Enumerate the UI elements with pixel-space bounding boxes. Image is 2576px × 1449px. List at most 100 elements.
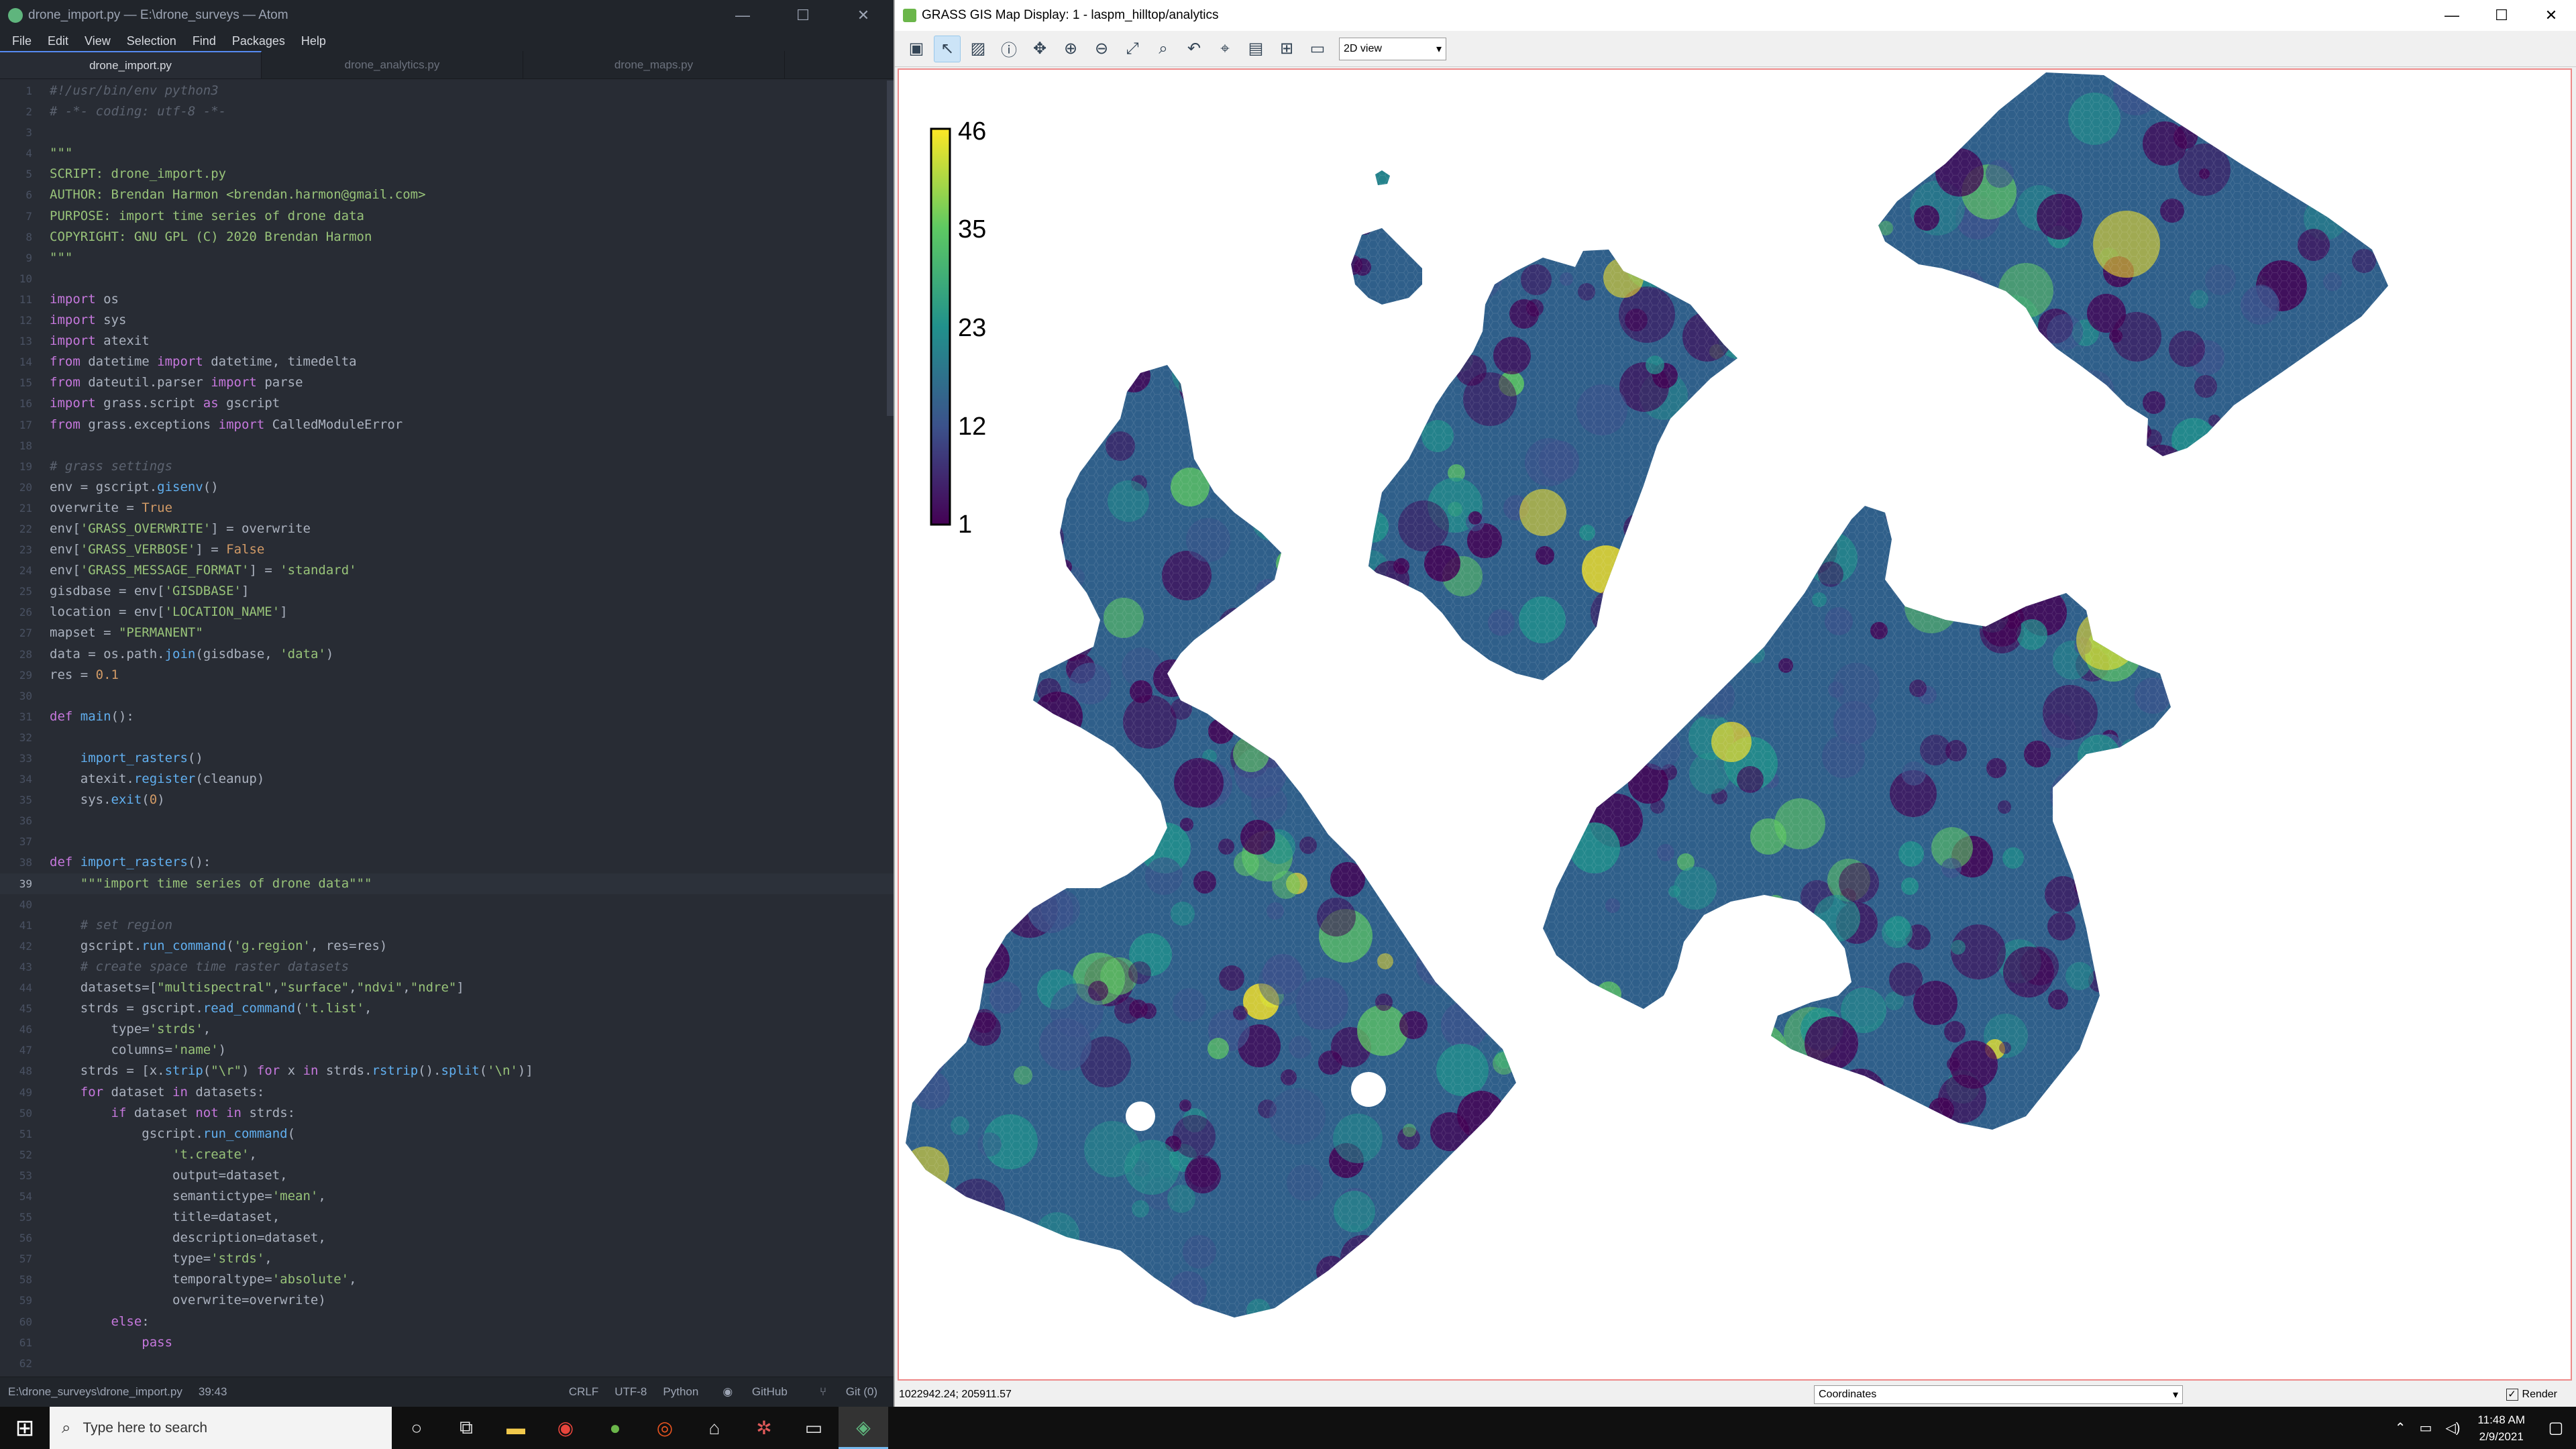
code-line[interactable]: 34 atexit.register(cleanup)	[0, 769, 894, 790]
code-line[interactable]: 46 type='strds',	[0, 1019, 894, 1040]
grass-taskbar-icon[interactable]: ●	[590, 1407, 640, 1449]
code-line[interactable]: 62	[0, 1353, 894, 1374]
code-line[interactable]: 49 for dataset in datasets:	[0, 1082, 894, 1103]
code-line[interactable]: 41 # set region	[0, 915, 894, 936]
render-checkbox[interactable]: ✓	[2506, 1388, 2518, 1401]
tray-chevron-up-icon[interactable]: ⌃	[2388, 1419, 2413, 1436]
status-line-ending[interactable]: CRLF	[561, 1385, 606, 1399]
start-button[interactable]: ⊞	[0, 1407, 50, 1449]
code-line[interactable]: 44 datasets=["multispectral","surface","…	[0, 977, 894, 998]
editor-scrollbar[interactable]	[887, 80, 894, 416]
code-line[interactable]: 31 def main():	[0, 706, 894, 727]
code-line[interactable]: 13 import atexit	[0, 331, 894, 352]
code-line[interactable]: 15 from dateutil.parser import parse	[0, 372, 894, 393]
notification-icon[interactable]: ▢	[2536, 1418, 2576, 1438]
menu-view[interactable]: View	[76, 34, 119, 48]
zoom-back-icon[interactable]: ↶	[1181, 36, 1208, 62]
code-line[interactable]: 57 type='strds',	[0, 1248, 894, 1269]
zoom-region-icon[interactable]: ⌕	[1150, 36, 1177, 62]
close-icon[interactable]: ✕	[833, 7, 894, 24]
terminal-icon[interactable]: ▭	[789, 1407, 839, 1449]
code-line[interactable]: 22 env['GRASS_OVERWRITE'] = overwrite	[0, 519, 894, 539]
code-line[interactable]: 26 location = env['LOCATION_NAME']	[0, 602, 894, 623]
code-line[interactable]: 25 gisdbase = env['GISDBASE']	[0, 581, 894, 602]
status-grammar[interactable]: Python	[655, 1385, 706, 1399]
code-line[interactable]: 45 strds = gscript.read_command('t.list'…	[0, 998, 894, 1019]
map-canvas[interactable]: 46 35 23 12 1	[898, 68, 2572, 1381]
taskbar-search[interactable]: ⌕ Type here to search	[50, 1407, 392, 1449]
code-line[interactable]: 55 title=dataset,	[0, 1207, 894, 1228]
code-line[interactable]: 48 strds = [x.strip("\r") for x in strds…	[0, 1061, 894, 1081]
maximize-icon[interactable]: ☐	[773, 7, 833, 24]
code-line[interactable]: 16 import grass.script as gscript	[0, 393, 894, 414]
render-toggle[interactable]: ✓ Render	[2506, 1388, 2557, 1401]
zoom-menu-icon[interactable]: ⌖	[1212, 36, 1238, 62]
code-line[interactable]: 36	[0, 810, 894, 831]
ubuntu-icon[interactable]: ◎	[640, 1407, 690, 1449]
select-icon[interactable]: ▨	[965, 36, 991, 62]
code-line[interactable]: 12 import sys	[0, 310, 894, 331]
pointer-icon[interactable]: ↖	[934, 35, 961, 62]
zoom-extent-icon[interactable]: ⤢	[1119, 36, 1146, 62]
tab-drone-maps[interactable]: drone_maps.py	[523, 51, 785, 78]
code-line[interactable]: 28 data = os.path.join(gisdbase, 'data')	[0, 644, 894, 665]
code-line[interactable]: 61 pass	[0, 1332, 894, 1353]
code-line[interactable]: 43 # create space time raster datasets	[0, 957, 894, 977]
code-line[interactable]: 42 gscript.run_command('g.region', res=r…	[0, 936, 894, 957]
tab-drone-analytics[interactable]: drone_analytics.py	[262, 51, 523, 78]
code-line[interactable]: 56 description=dataset,	[0, 1228, 894, 1248]
code-line[interactable]: 3	[0, 122, 894, 143]
code-line[interactable]: 24 env['GRASS_MESSAGE_FORMAT'] = 'standar…	[0, 560, 894, 581]
minimize-icon[interactable]: —	[2427, 7, 2477, 24]
code-line[interactable]: 9 """	[0, 248, 894, 268]
code-line[interactable]: 51 gscript.run_command(	[0, 1124, 894, 1144]
atom-taskbar-icon[interactable]: ◈	[839, 1407, 888, 1449]
network-icon[interactable]: ▭	[2412, 1419, 2438, 1436]
statusbar-mode-select[interactable]: Coordinates ▾	[1814, 1385, 2183, 1404]
android-icon[interactable]: ⌂	[690, 1407, 739, 1449]
tab-drone-import[interactable]: drone_import.py	[0, 51, 262, 78]
code-line[interactable]: 7 PURPOSE: import time series of drone da…	[0, 206, 894, 227]
code-line[interactable]: 8 COPYRIGHT: GNU GPL (C) 2020 Brendan Har…	[0, 227, 894, 248]
code-line[interactable]: 32	[0, 727, 894, 748]
status-cursor-position[interactable]: 39:43	[191, 1385, 235, 1399]
code-line[interactable]: 47 columns='name')	[0, 1040, 894, 1061]
code-line[interactable]: 52 't.create',	[0, 1144, 894, 1165]
code-line[interactable]: 17 from grass.exceptions import CalledMod…	[0, 415, 894, 435]
code-line[interactable]: 39 """import time series of drone data""…	[0, 873, 894, 894]
code-line[interactable]: 37	[0, 831, 894, 852]
menu-edit[interactable]: Edit	[40, 34, 76, 48]
menu-selection[interactable]: Selection	[119, 34, 184, 48]
code-line[interactable]: 11 import os	[0, 289, 894, 310]
close-icon[interactable]: ✕	[2526, 7, 2576, 24]
view-mode-select[interactable]: 2D view ▾	[1339, 37, 1446, 60]
code-line[interactable]: 10	[0, 268, 894, 289]
code-line[interactable]: 58 temporaltype='absolute',	[0, 1269, 894, 1290]
task-view-icon[interactable]: ⧉	[441, 1407, 491, 1449]
query-icon[interactable]: ⓘ	[996, 36, 1022, 62]
zoom-in-icon[interactable]: ⊕	[1057, 36, 1084, 62]
code-line[interactable]: 60 else:	[0, 1311, 894, 1332]
code-line[interactable]: 30	[0, 686, 894, 706]
code-line[interactable]: 18	[0, 435, 894, 456]
code-line[interactable]: 4 """	[0, 143, 894, 164]
code-line[interactable]: 54 semantictype='mean',	[0, 1186, 894, 1207]
code-line[interactable]: 21 overwrite = True	[0, 498, 894, 519]
minimize-icon[interactable]: —	[712, 7, 773, 24]
code-line[interactable]: 50 if dataset not in strds:	[0, 1103, 894, 1124]
overlay-icon[interactable]: ⊞	[1273, 36, 1300, 62]
code-line[interactable]: 29 res = 0.1	[0, 665, 894, 686]
taskbar-clock[interactable]: 11:48 AM 2/9/2021	[2467, 1411, 2536, 1445]
code-line[interactable]: 2 # -*- coding: utf-8 -*-	[0, 101, 894, 122]
code-line[interactable]: 6 AUTHOR: Brendan Harmon <brendan.harmon@…	[0, 184, 894, 205]
status-github[interactable]: ◉ GitHub	[706, 1385, 804, 1399]
cortana-icon[interactable]: ○	[392, 1407, 441, 1449]
save-icon[interactable]: ▭	[1304, 36, 1331, 62]
volume-icon[interactable]: ◁)	[2438, 1419, 2467, 1436]
code-line[interactable]: 53 output=dataset,	[0, 1165, 894, 1186]
map-svg[interactable]: 46 35 23 12 1	[899, 70, 2571, 1379]
status-encoding[interactable]: UTF-8	[606, 1385, 655, 1399]
analyze-icon[interactable]: ▤	[1242, 36, 1269, 62]
code-line[interactable]: 33 import_rasters()	[0, 748, 894, 769]
code-line[interactable]: 35 sys.exit(0)	[0, 790, 894, 810]
